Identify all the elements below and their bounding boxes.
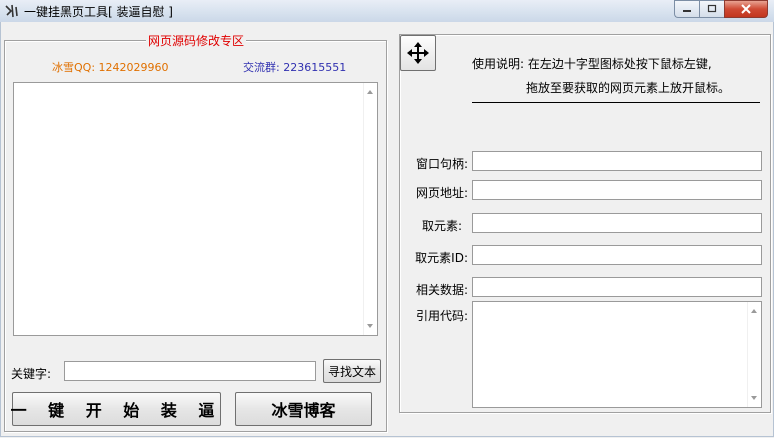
url-label: 网页地址: (415, 186, 468, 200)
source-edit-group: 网页源码修改专区 冰雪QQ: 1242029960 交流群: 223615551… (4, 32, 387, 432)
app-icon (5, 4, 18, 18)
minimize-button[interactable] (674, 0, 699, 18)
window-title: 一键挂黑页工具[ 装逼自慰 ] (24, 5, 173, 19)
window-handle-label: 窗口句柄: (415, 157, 468, 171)
element-input[interactable] (472, 213, 762, 233)
reference-code-scrollbar[interactable] (747, 302, 761, 407)
qq-number-text: 冰雪QQ: 1242029960 (52, 61, 169, 74)
close-button[interactable] (724, 0, 768, 18)
maximize-button[interactable] (699, 0, 724, 18)
scroll-up-icon[interactable] (751, 309, 757, 313)
reference-code-label: 引用代码: (415, 309, 468, 323)
keyword-label: 关键字: (11, 367, 52, 381)
find-text-button[interactable]: 寻找文本 (323, 359, 381, 383)
window-controls (674, 0, 768, 18)
usage-instruction-line1: 使用说明: 在左边十字型图标处按下鼠标左键, (472, 57, 712, 71)
element-capture-group: 使用说明: 在左边十字型图标处按下鼠标左键, 拖放至要获取的网页元素上放开鼠标。… (399, 34, 771, 413)
related-data-input[interactable] (472, 277, 762, 297)
source-code-textarea[interactable] (13, 82, 378, 336)
scroll-down-icon[interactable] (751, 396, 757, 400)
crosshair-icon (407, 42, 429, 64)
element-id-label: 取元素ID: (415, 251, 468, 265)
element-label: 取元素: (421, 219, 462, 233)
source-edit-group-title: 网页源码修改专区 (146, 32, 247, 49)
keyword-input[interactable] (64, 361, 316, 381)
source-code-scrollbar[interactable] (363, 83, 377, 335)
chat-group-number-text: 交流群: 223615551 (243, 61, 347, 74)
scroll-down-icon[interactable] (367, 324, 373, 328)
close-icon (741, 4, 751, 14)
maximize-icon (707, 4, 717, 13)
scroll-up-icon[interactable] (367, 90, 373, 94)
crosshair-drag-button[interactable] (400, 35, 436, 71)
element-id-input[interactable] (472, 245, 762, 265)
related-data-label: 相关数据: (415, 283, 468, 297)
window-client-area: 网页源码修改专区 冰雪QQ: 1242029960 交流群: 223615551… (0, 22, 774, 437)
divider (472, 102, 760, 103)
url-input[interactable] (472, 180, 762, 200)
title-bar: 一键挂黑页工具[ 装逼自慰 ] (0, 0, 774, 23)
blog-button[interactable]: 冰雪博客 (235, 392, 372, 426)
window-handle-input[interactable] (472, 151, 762, 171)
reference-code-textarea[interactable] (472, 301, 762, 408)
one-click-start-button[interactable]: 一 键 开 始 装 逼 (11, 392, 221, 426)
usage-instruction-line2: 拖放至要获取的网页元素上放开鼠标。 (526, 81, 731, 95)
minimize-icon (683, 10, 691, 12)
